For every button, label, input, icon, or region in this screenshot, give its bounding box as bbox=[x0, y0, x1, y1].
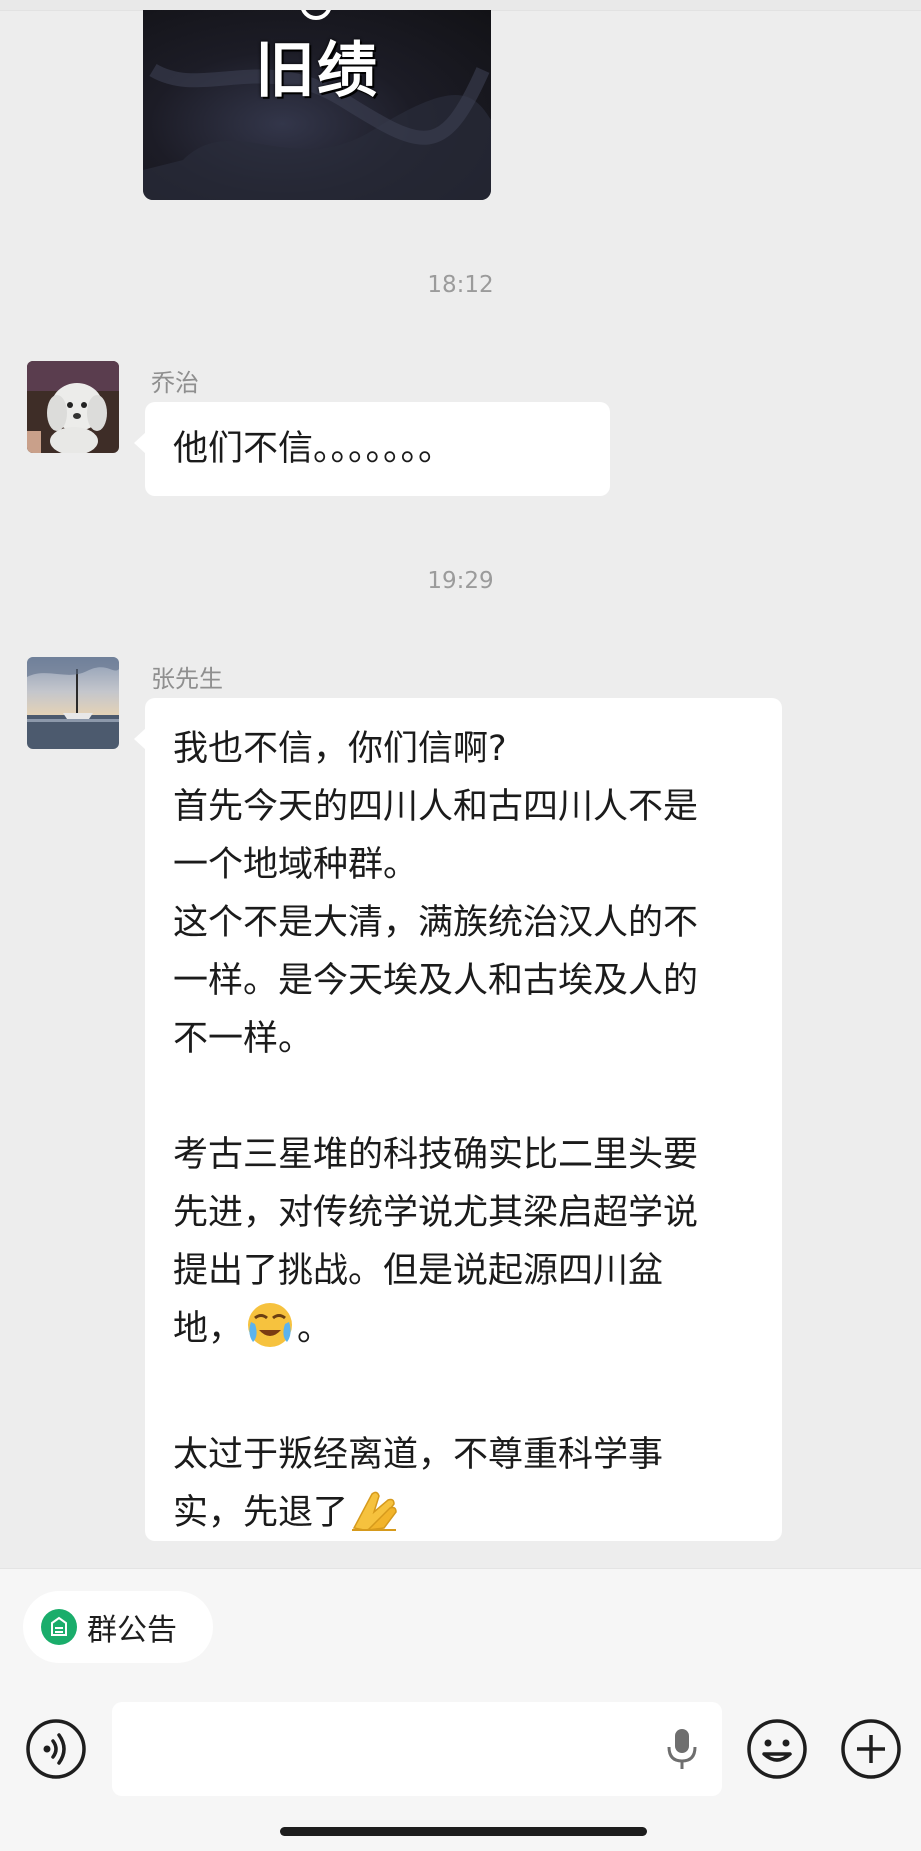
image-message[interactable]: 旧绩 bbox=[143, 10, 491, 200]
message-line: 地， 。 bbox=[173, 1300, 754, 1368]
message-line: 一样。是今天埃及人和古埃及人的 bbox=[173, 961, 699, 1001]
message-line: 我也不信，你们信啊? bbox=[173, 729, 507, 769]
mic-button[interactable] bbox=[664, 1727, 700, 1775]
avatar-george[interactable] bbox=[27, 361, 119, 453]
message-bubble[interactable]: 我也不信，你们信啊? 首先今天的四川人和古四川人不是 一个地域种群。 这个不是大… bbox=[134, 698, 782, 1541]
emoji-icon bbox=[747, 1719, 807, 1779]
voice-button[interactable] bbox=[25, 1718, 87, 1784]
sender-name: 乔治 bbox=[151, 369, 199, 397]
message-line: 首先今天的四川人和古四川人不是 bbox=[173, 787, 699, 827]
message-line: 这个不是大清，满族统治汉人的不 bbox=[173, 903, 699, 943]
message-line: 先进，对传统学说尤其梁启超学说 bbox=[173, 1193, 699, 1233]
image-overlay-text: 旧绩 bbox=[255, 36, 379, 106]
more-button[interactable] bbox=[840, 1718, 902, 1784]
voice-icon bbox=[26, 1719, 86, 1779]
sailboat-avatar-icon bbox=[27, 657, 119, 749]
message-line: 不一样。 bbox=[173, 1019, 314, 1059]
home-indicator[interactable] bbox=[280, 1827, 647, 1836]
message-text: 。 bbox=[297, 1309, 333, 1349]
message-text: 地， bbox=[173, 1309, 244, 1349]
dog-avatar-icon bbox=[27, 361, 119, 453]
notice-icon bbox=[41, 1609, 77, 1645]
crying-face-emoji bbox=[245, 1300, 295, 1368]
message-text: 他们不信。。。。。。。 bbox=[173, 429, 454, 469]
chat-input-bar: 群公告 bbox=[0, 1568, 921, 1851]
message-line: 一个地域种群。 bbox=[173, 845, 419, 885]
plus-icon bbox=[841, 1719, 901, 1779]
timestamp: 19:29 bbox=[427, 568, 494, 594]
message-line: 提出了挑战。但是说起源四川盆 bbox=[173, 1251, 664, 1291]
pray-hands-emoji bbox=[350, 1488, 402, 1552]
message-bubble[interactable]: 他们不信。。。。。。。 bbox=[134, 402, 610, 496]
message-text: 实，先退了 bbox=[173, 1493, 349, 1533]
message-line: 太过于叛经离道，不尊重科学事 bbox=[173, 1435, 664, 1475]
emoji-button[interactable] bbox=[746, 1718, 808, 1784]
mic-icon bbox=[667, 1729, 697, 1769]
message-line: 实，先退了 bbox=[173, 1484, 754, 1552]
group-notice-button[interactable]: 群公告 bbox=[23, 1591, 213, 1663]
notice-label: 群公告 bbox=[87, 1613, 177, 1648]
message-input[interactable] bbox=[112, 1702, 722, 1796]
message-line: 考古三星堆的科技确实比二里头要 bbox=[173, 1135, 699, 1175]
timestamp: 18:12 bbox=[427, 272, 494, 298]
sender-name: 张先生 bbox=[151, 665, 223, 693]
avatar-mr-zhang[interactable] bbox=[27, 657, 119, 749]
